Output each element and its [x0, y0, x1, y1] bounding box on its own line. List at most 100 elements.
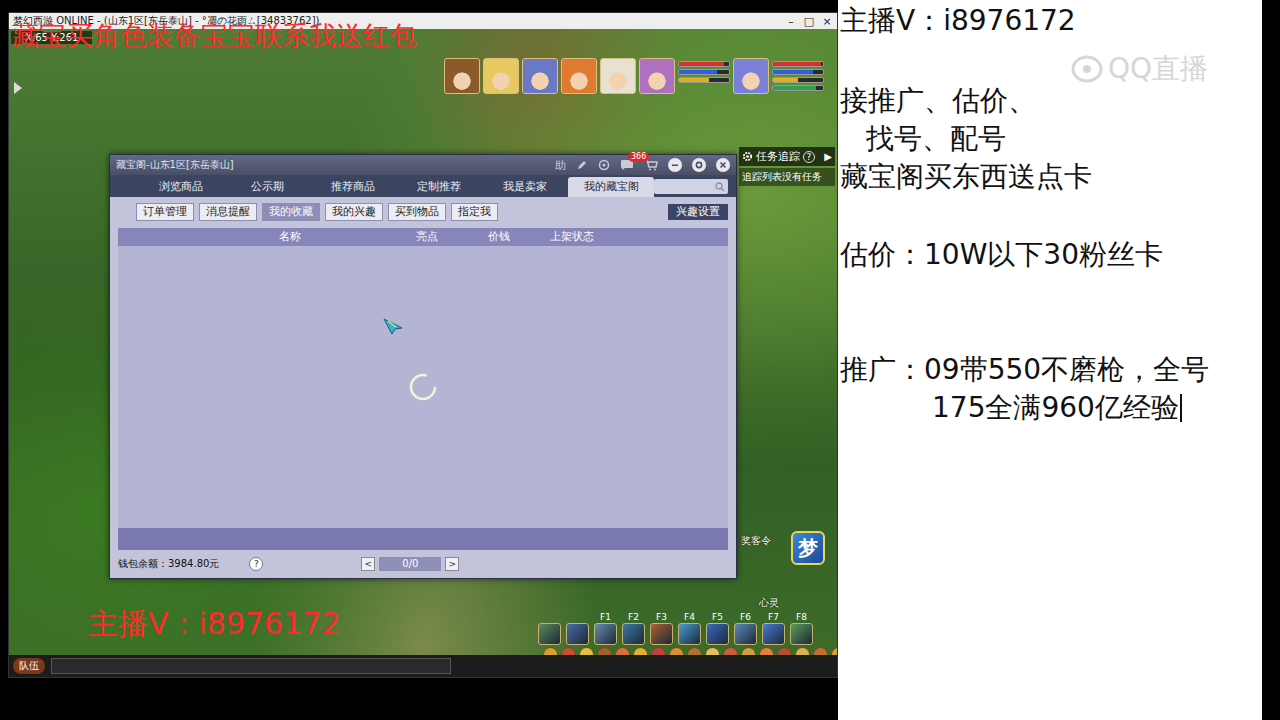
side-label[interactable]: 奖客令: [741, 534, 771, 548]
settings-button[interactable]: [692, 158, 706, 172]
minimize-button[interactable]: [668, 158, 682, 172]
pet-bars: [678, 58, 730, 83]
column-header[interactable]: 亮点: [398, 230, 456, 244]
window-control-button[interactable]: –: [785, 15, 797, 28]
column-header[interactable]: 上架状态: [542, 230, 602, 244]
player-bar: [772, 69, 824, 75]
pet-bar: [678, 69, 730, 75]
game-window: 梦幻西游 ONLINE - (山东1区[东岳泰山] - °凋の花雨ㄙ[34833…: [8, 12, 838, 678]
prev-page-button[interactable]: <: [361, 557, 375, 571]
cbg-tabs: 浏览商品公示期推荐商品定制推荐我是卖家我的藏宝阁: [110, 175, 736, 197]
interest-settings-button[interactable]: 兴趣设置: [668, 204, 728, 220]
cbg-tab[interactable]: 公示期: [224, 177, 310, 197]
target-icon[interactable]: [598, 159, 610, 171]
skill-slot[interactable]: [565, 612, 590, 645]
subtab[interactable]: 我的收藏: [262, 203, 320, 221]
party-portrait[interactable]: [639, 58, 675, 94]
page-indicator: 0/0: [379, 557, 441, 571]
skill-icon[interactable]: [790, 623, 813, 645]
chat-bar: 队伍: [9, 655, 837, 677]
search-field[interactable]: [654, 179, 728, 194]
party-portrait[interactable]: [600, 58, 636, 94]
column-header[interactable]: 名称: [118, 230, 398, 244]
party-portrait[interactable]: [733, 58, 769, 94]
window-control-button[interactable]: ×: [821, 15, 833, 28]
watermark: QQ直播: [1070, 50, 1208, 88]
skill-slot[interactable]: F4: [677, 612, 702, 645]
party-portrait[interactable]: [483, 58, 519, 94]
cbg-tab[interactable]: 推荐商品: [310, 177, 396, 197]
skill-slot[interactable]: F7: [761, 612, 786, 645]
chat-channel-button[interactable]: 队伍: [13, 658, 45, 674]
dream-badge[interactable]: 梦: [791, 531, 825, 565]
messages-button[interactable]: 366: [620, 159, 634, 171]
task-tracker-title: 任务追踪: [756, 149, 800, 164]
skill-slot[interactable]: F3: [649, 612, 674, 645]
mouse-cursor-icon: [382, 316, 406, 336]
task-tracker-empty: 追踪列表没有任务: [739, 168, 835, 186]
skill-icon[interactable]: [566, 623, 589, 645]
skill-icon[interactable]: [678, 623, 701, 645]
close-button[interactable]: [716, 158, 730, 172]
streamer-contact: 主播V：i8976172: [840, 2, 1262, 40]
hotkey-label: F3: [656, 612, 667, 623]
skill-icon[interactable]: [538, 623, 561, 645]
promotion-line: 175全满960亿经验: [840, 389, 1262, 427]
services-line: 接推广、估价、: [840, 82, 1262, 120]
cbg-tab[interactable]: 我的藏宝阁: [568, 177, 654, 197]
task-tracker-header[interactable]: 任务追踪? ▶: [739, 147, 835, 166]
skill-icon[interactable]: [734, 623, 757, 645]
party-portrait[interactable]: [561, 58, 597, 94]
skill-slot[interactable]: F6: [733, 612, 758, 645]
party-portrait[interactable]: [522, 58, 558, 94]
loading-spinner-icon: [407, 371, 439, 403]
skill-slot[interactable]: F8: [789, 612, 814, 645]
cbg-title-bar: 藏宝阁-山东1区[东岳泰山] 助 366: [110, 155, 736, 175]
subtab[interactable]: 订单管理: [136, 203, 194, 221]
bar-fill: [773, 70, 813, 74]
skill-icon[interactable]: [622, 623, 645, 645]
help-button[interactable]: ?: [803, 151, 815, 163]
subtab[interactable]: 买到物品: [388, 203, 446, 221]
treasure-pavilion-window: 藏宝阁-山东1区[东岳泰山] 助 366 浏览商品公示期推荐商品定制推荐我是卖家我的藏…: [109, 154, 737, 579]
bar-fill: [773, 86, 816, 90]
side-label[interactable]: 心灵: [759, 596, 779, 610]
task-tracker: 任务追踪? ▶ 追踪列表没有任务: [739, 147, 835, 186]
search-icon[interactable]: [715, 182, 725, 192]
subtab[interactable]: 消息提醒: [199, 203, 257, 221]
subtab[interactable]: 我的兴趣: [325, 203, 383, 221]
skill-slot[interactable]: F5: [705, 612, 730, 645]
game-scene[interactable]: X:65 Y:261任务追踪?▶追踪列表没有任务奖客令梦心灵F1F2F3F4F5…: [9, 29, 837, 677]
player-bar: [772, 77, 824, 83]
window-control-button[interactable]: □: [803, 15, 815, 28]
cbg-tab[interactable]: 我是卖家: [482, 177, 568, 197]
gear-icon[interactable]: [742, 151, 753, 162]
next-page-button[interactable]: >: [445, 557, 459, 571]
cbg-title: 藏宝阁-山东1区[东岳泰山]: [116, 158, 234, 172]
hotkey-label: F7: [768, 612, 779, 623]
wallet-balance: 钱包余额：3984.80元: [118, 557, 219, 571]
edit-icon[interactable]: [576, 159, 588, 171]
wallet-help-button[interactable]: ?: [249, 557, 263, 571]
collapse-button[interactable]: ▶: [824, 151, 832, 162]
skill-slot-row: F1F2 F3 F4 F5F6 F7 F8: [537, 612, 837, 645]
right-border: [1262, 0, 1280, 720]
subtab[interactable]: 指定我: [451, 203, 498, 221]
column-header[interactable]: 价钱: [456, 230, 542, 244]
hotkey-label: F4: [684, 612, 695, 623]
skill-icon[interactable]: [706, 623, 729, 645]
watermark-logo-icon: [1070, 54, 1104, 84]
skill-icon[interactable]: [594, 623, 617, 645]
party-portrait[interactable]: [444, 58, 480, 94]
skill-slot[interactable]: [537, 612, 562, 645]
skill-slot[interactable]: F2: [621, 612, 646, 645]
skill-icon[interactable]: [762, 623, 785, 645]
cbg-tab[interactable]: 定制推荐: [396, 177, 482, 197]
player-bar: [772, 61, 824, 67]
cbg-tab[interactable]: 浏览商品: [138, 177, 224, 197]
assist-button[interactable]: 助: [555, 158, 566, 173]
chat-input[interactable]: [51, 658, 451, 674]
skill-slot[interactable]: F1: [593, 612, 618, 645]
skill-icon[interactable]: [650, 623, 673, 645]
expand-arrow-icon[interactable]: [13, 81, 23, 95]
